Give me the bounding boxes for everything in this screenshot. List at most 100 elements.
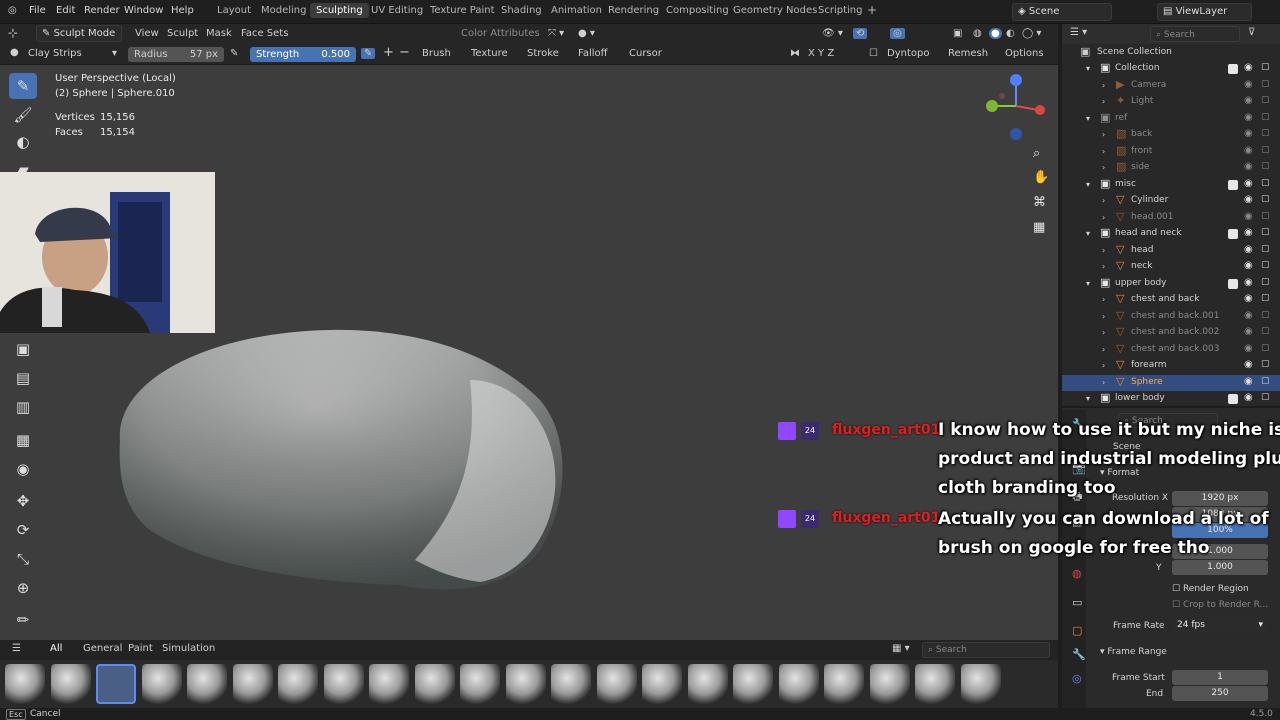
render-visibility-icon[interactable]: ▢ bbox=[1261, 211, 1270, 221]
visibility-eye-icon[interactable]: ◉ bbox=[1244, 128, 1253, 139]
expand-chevron-icon[interactable]: › bbox=[1102, 97, 1105, 106]
outliner-row[interactable]: › ▶ Camera ◉ ▢ bbox=[1062, 78, 1280, 94]
expand-chevron-icon[interactable]: ▾ bbox=[1086, 279, 1090, 288]
expand-chevron-icon[interactable]: › bbox=[1102, 213, 1105, 222]
visibility-eye-icon[interactable]: ◉ bbox=[1244, 343, 1253, 354]
menu-file[interactable]: File bbox=[29, 5, 46, 16]
paint-brush-tool-icon[interactable]: 🖌 bbox=[9, 102, 37, 128]
add-workspace-icon[interactable]: + bbox=[867, 3, 877, 17]
menu-remesh[interactable]: Remesh bbox=[948, 48, 988, 59]
annotate-tool-icon[interactable]: ✏ bbox=[9, 607, 37, 633]
navigation-gizmo[interactable] bbox=[982, 72, 1052, 142]
resolution-x-field[interactable]: 1920 px bbox=[1172, 491, 1268, 506]
zoom-icon[interactable]: ⌕ bbox=[1033, 146, 1040, 161]
brush-preview-icon[interactable]: ● bbox=[10, 47, 19, 58]
outliner-row[interactable]: › ▨ back ◉ ▢ bbox=[1062, 127, 1280, 143]
tab-modeling[interactable]: Modeling bbox=[261, 5, 307, 16]
frame-rate-dropdown[interactable]: 24 fps ▾ bbox=[1172, 618, 1268, 633]
expand-chevron-icon[interactable]: › bbox=[1102, 163, 1105, 172]
render-visibility-icon[interactable]: ▢ bbox=[1261, 95, 1270, 105]
render-visibility-icon[interactable]: ▢ bbox=[1261, 161, 1270, 171]
outliner-row[interactable]: › ▽ chest and back.001 ◉ ▢ bbox=[1062, 309, 1280, 325]
expand-chevron-icon[interactable]: › bbox=[1102, 246, 1105, 255]
shelf-tab-simulation[interactable]: Simulation bbox=[162, 643, 215, 654]
rotate-tool-icon[interactable]: ⟳ bbox=[9, 517, 37, 543]
brush-thumbnail[interactable] bbox=[869, 664, 910, 704]
expand-chevron-icon[interactable]: › bbox=[1102, 312, 1105, 321]
tab-compositing[interactable]: Compositing bbox=[666, 5, 729, 16]
camera-view-icon[interactable]: ⌘ bbox=[1033, 195, 1046, 210]
strength-field[interactable]: Strength 0.500 bbox=[250, 47, 356, 62]
outliner-row[interactable]: ▾ ▣ head and neck ◉ ▢ bbox=[1062, 226, 1280, 242]
shelf-menu-icon[interactable]: ☰ bbox=[12, 643, 21, 654]
visibility-eye-icon[interactable]: ◉ bbox=[1244, 359, 1253, 370]
brush-thumbnail[interactable] bbox=[96, 664, 136, 704]
shelf-search-input[interactable]: ⌕ Search bbox=[922, 642, 1050, 658]
render-visibility-icon[interactable]: ▢ bbox=[1261, 293, 1270, 303]
shelf-tab-all[interactable]: All bbox=[50, 643, 62, 654]
render-visibility-icon[interactable]: ▢ bbox=[1261, 392, 1270, 402]
menu-options[interactable]: Options bbox=[1005, 48, 1044, 59]
object-tab-icon[interactable]: ▢ bbox=[1072, 624, 1082, 637]
tab-geometry-nodes[interactable]: Geometry Nodes bbox=[733, 5, 817, 16]
physics-tab-icon[interactable]: ◎ bbox=[1072, 672, 1082, 685]
mask-tool-icon[interactable]: ◐ bbox=[9, 129, 37, 155]
menu-help[interactable]: Help bbox=[171, 5, 194, 16]
render-visibility-icon[interactable]: ▢ bbox=[1261, 194, 1270, 204]
outliner-row[interactable]: ▾ ▣ Collection ◉ ▢ bbox=[1062, 61, 1280, 77]
render-visibility-icon[interactable]: ▢ bbox=[1261, 178, 1270, 188]
exclude-checkbox[interactable] bbox=[1228, 64, 1238, 74]
menu-texture[interactable]: Texture bbox=[471, 48, 508, 59]
sculpt-mesh[interactable] bbox=[100, 320, 580, 610]
exclude-checkbox[interactable] bbox=[1228, 229, 1238, 239]
menu-window[interactable]: Window bbox=[124, 5, 163, 16]
menu-face-sets[interactable]: Face Sets bbox=[241, 28, 288, 39]
visibility-eye-icon[interactable]: ◉ bbox=[1244, 376, 1253, 387]
outliner-row[interactable]: › ▽ head.001 ◉ ▢ bbox=[1062, 210, 1280, 226]
color-attributes-button[interactable]: Color Attributes bbox=[461, 28, 540, 39]
brush-thumbnail[interactable] bbox=[596, 664, 637, 704]
tab-animation[interactable]: Animation bbox=[551, 5, 602, 16]
visibility-eye-icon[interactable]: ◉ bbox=[1244, 161, 1253, 172]
scene-selector[interactable]: ◈ Scene bbox=[1012, 3, 1112, 21]
view-layer-selector[interactable]: ▤ ViewLayer bbox=[1157, 3, 1252, 21]
visibility-eye-icon[interactable]: ◉ bbox=[1244, 293, 1253, 304]
draw-brush-tool-icon[interactable]: ✎ bbox=[9, 73, 37, 99]
frame-start-field[interactable]: 1 bbox=[1172, 670, 1268, 685]
blender-logo-icon[interactable]: ◎ bbox=[8, 5, 17, 16]
outliner-row[interactable]: ▾ ▣ lower body ◉ ▢ bbox=[1062, 391, 1280, 407]
radius-field[interactable]: Radius 57 px bbox=[128, 47, 224, 62]
render-visibility-icon[interactable]: ▢ bbox=[1261, 244, 1270, 254]
brush-thumbnail[interactable] bbox=[733, 664, 773, 704]
outliner-search-input[interactable]: ⌕ Search bbox=[1150, 26, 1240, 42]
frame-end-field[interactable]: 250 bbox=[1172, 686, 1268, 701]
brush-thumbnail[interactable] bbox=[414, 664, 455, 704]
box-face-set-tool-icon[interactable]: ▥ bbox=[9, 394, 37, 420]
visibility-eye-icon[interactable]: ◉ bbox=[1244, 277, 1253, 288]
render-visibility-icon[interactable]: ▢ bbox=[1261, 343, 1270, 353]
visibility-eye-icon[interactable]: ◉ bbox=[1244, 260, 1253, 271]
expand-chevron-icon[interactable]: › bbox=[1102, 345, 1105, 354]
visibility-eye-icon[interactable]: ◉ bbox=[1244, 194, 1253, 205]
visibility-eye-icon[interactable]: ◉ bbox=[1244, 62, 1253, 73]
brush-thumbnail[interactable] bbox=[369, 664, 409, 704]
brush-thumbnail[interactable] bbox=[505, 664, 546, 704]
outliner-row[interactable]: › ▽ forearm ◉ ▢ bbox=[1062, 358, 1280, 374]
render-visibility-icon[interactable]: ▢ bbox=[1261, 260, 1270, 270]
brush-thumbnail[interactable] bbox=[915, 664, 955, 704]
expand-chevron-icon[interactable]: ▾ bbox=[1086, 180, 1090, 189]
menu-render[interactable]: Render bbox=[84, 5, 120, 16]
symmetry-icon[interactable]: ⧓ bbox=[790, 48, 800, 59]
visibility-eye-icon[interactable]: ◉ bbox=[1244, 211, 1253, 222]
shelf-display-icon[interactable]: ▦ ▾ bbox=[892, 643, 910, 654]
add-direction-icon[interactable]: + bbox=[383, 45, 394, 60]
visibility-eye-icon[interactable]: ◉ bbox=[1244, 112, 1253, 123]
menu-view[interactable]: View bbox=[135, 28, 159, 39]
exclude-checkbox[interactable] bbox=[1228, 278, 1238, 289]
tab-shading[interactable]: Shading bbox=[501, 5, 542, 16]
brush-name[interactable]: Clay Strips bbox=[28, 48, 82, 59]
render-visibility-icon[interactable]: ▢ bbox=[1261, 359, 1270, 369]
menu-falloff[interactable]: Falloff bbox=[578, 48, 608, 59]
mode-selector[interactable]: ✎ Sculpt Mode bbox=[36, 25, 122, 42]
brush-thumbnail[interactable] bbox=[141, 664, 182, 704]
